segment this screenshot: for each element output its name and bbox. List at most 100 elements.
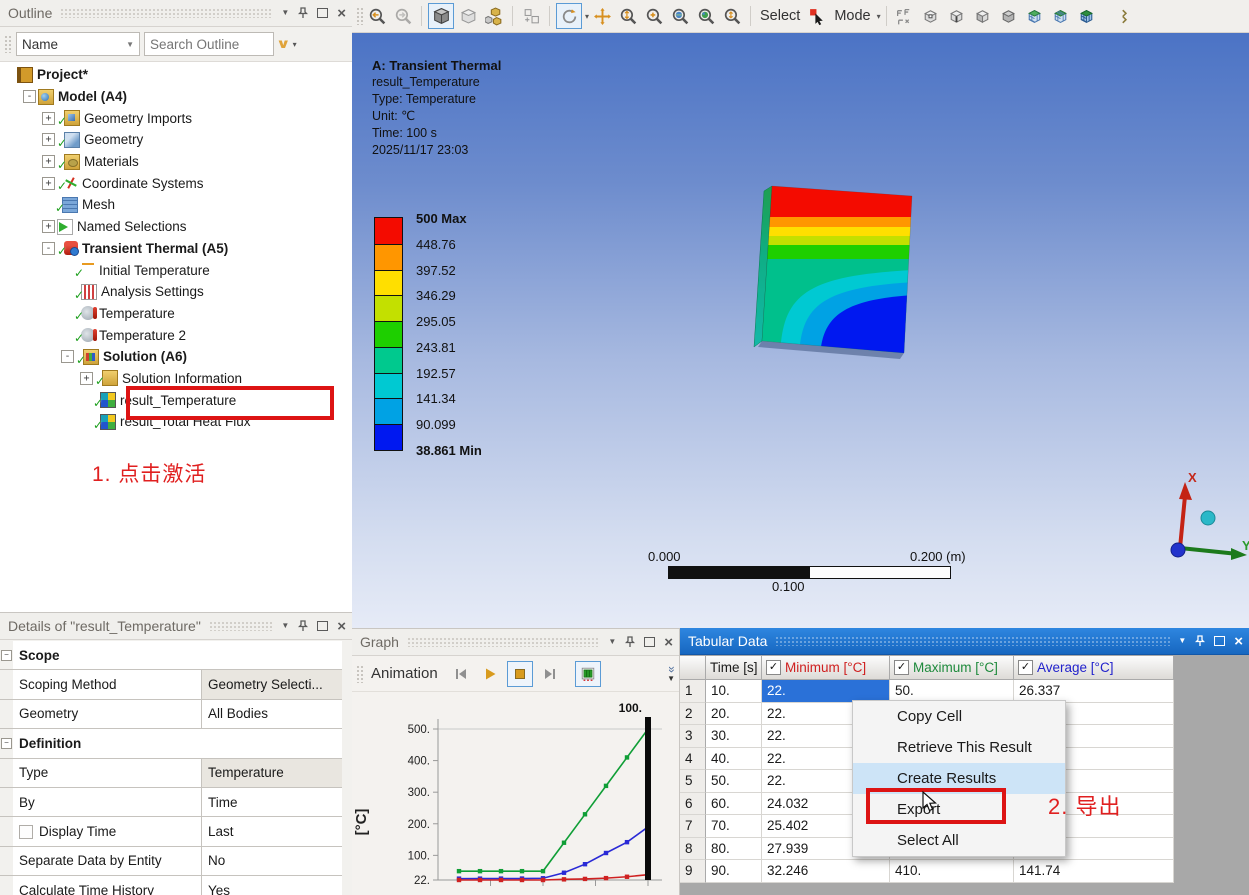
collapse-icon[interactable]: − xyxy=(1,738,12,749)
select-edge-icon[interactable] xyxy=(945,4,969,28)
tree-item[interactable]: -✓Transient Thermal (A5) xyxy=(0,238,352,260)
details-row[interactable]: Separate Data by EntityNo xyxy=(0,847,342,876)
details-value[interactable]: Last xyxy=(202,817,342,845)
maximize-icon[interactable] xyxy=(317,621,328,631)
panel-menu-caret-icon[interactable]: ▼ xyxy=(1178,637,1186,645)
table-cell[interactable]: 32.246 xyxy=(762,860,890,883)
tree-item[interactable]: -Model (A4) xyxy=(0,86,352,108)
row-number-cell[interactable]: 5 xyxy=(680,770,706,793)
column-checkbox[interactable]: ✓ xyxy=(1018,660,1033,675)
result-set-chart-icon[interactable] xyxy=(575,661,601,687)
select-mesh-face-icon[interactable] xyxy=(1049,4,1073,28)
context-menu-item[interactable]: Retrieve This Result xyxy=(853,732,1065,763)
skip-to-start-icon[interactable] xyxy=(449,662,473,686)
rotate-caret-icon[interactable]: ▾ xyxy=(585,12,589,21)
tree-item[interactable]: +✓Solution Information xyxy=(0,368,352,390)
expand-search-icon[interactable]: ∨ xyxy=(276,36,291,52)
table-cell[interactable]: 10. xyxy=(706,680,762,703)
tree-expander-icon[interactable]: + xyxy=(42,155,55,168)
row-number-cell[interactable]: 6 xyxy=(680,793,706,816)
table-cell[interactable]: 50. xyxy=(706,770,762,793)
tree-item[interactable]: ✓Mesh xyxy=(0,194,352,216)
tree-item[interactable]: +✓Materials xyxy=(0,151,352,173)
details-value[interactable]: Time xyxy=(202,788,342,816)
play-icon[interactable] xyxy=(478,662,502,686)
search-input[interactable] xyxy=(144,32,274,56)
time-history-chart[interactable]: 500.400.300.200.100.22.[°C]100. xyxy=(352,692,680,895)
maximize-icon[interactable] xyxy=(317,8,328,18)
more-caret-icon[interactable]: ▼ xyxy=(667,674,675,683)
toolbar-overflow-icon[interactable] xyxy=(1106,4,1130,28)
row-number-cell[interactable]: 1 xyxy=(680,680,706,703)
tree-expander-icon[interactable]: + xyxy=(42,177,55,190)
column-header[interactable]: ✓Minimum [°C] xyxy=(762,656,890,680)
details-section-row[interactable]: −Definition xyxy=(0,729,342,758)
row-number-cell[interactable]: 3 xyxy=(680,725,706,748)
zoom-undo-icon[interactable] xyxy=(365,4,389,28)
rotate-icon[interactable] xyxy=(556,3,582,29)
tree-expander-icon[interactable]: + xyxy=(42,133,55,146)
column-header[interactable]: ✓Average [°C] xyxy=(1014,656,1174,680)
tree-item[interactable]: ✓result_Temperature xyxy=(0,389,352,411)
toolbar-grip[interactable] xyxy=(4,35,12,53)
tree-expander-icon[interactable]: + xyxy=(42,220,55,233)
zoom-icon[interactable] xyxy=(616,4,640,28)
pin-icon[interactable] xyxy=(1195,635,1205,647)
stop-icon[interactable] xyxy=(507,661,533,687)
expand-toolbar-icon[interactable]: » xyxy=(667,666,676,673)
skip-to-end-icon[interactable] xyxy=(538,662,562,686)
tree-expander-icon[interactable]: + xyxy=(80,372,93,385)
details-value[interactable]: All Bodies xyxy=(202,700,342,728)
table-cell[interactable]: 141.74 xyxy=(1014,860,1174,883)
row-number-cell[interactable]: 9 xyxy=(680,860,706,883)
context-menu-item[interactable]: Select All xyxy=(853,825,1065,856)
details-value[interactable]: Yes xyxy=(202,876,342,895)
table-row[interactable]: 990.32.246410.141.74 xyxy=(680,860,1174,883)
tree-item[interactable]: ✓Temperature xyxy=(0,303,352,325)
close-icon[interactable]: × xyxy=(1234,634,1243,649)
select-mesh-elem-icon[interactable] xyxy=(1075,4,1099,28)
tree-item[interactable]: ✓Temperature 2 xyxy=(0,324,352,346)
mode-caret-icon[interactable]: ▾ xyxy=(877,12,881,21)
pin-icon[interactable] xyxy=(625,636,635,648)
row-number-cell[interactable]: 8 xyxy=(680,838,706,861)
name-filter-dropdown[interactable]: Name ▼ xyxy=(16,32,140,56)
pin-icon[interactable] xyxy=(298,7,308,19)
details-value[interactable]: Temperature xyxy=(202,759,342,787)
tree-item[interactable]: ✓result_Total Heat Flux xyxy=(0,411,352,433)
context-menu-item[interactable]: Copy Cell xyxy=(853,701,1065,732)
details-value[interactable]: No xyxy=(202,847,342,875)
pan-icon[interactable] xyxy=(590,4,614,28)
panel-menu-caret-icon[interactable]: ▼ xyxy=(281,9,289,17)
maximize-icon[interactable] xyxy=(1214,636,1225,646)
zoom-prev-icon[interactable] xyxy=(720,4,744,28)
mode-label[interactable]: Mode xyxy=(834,8,870,24)
close-icon[interactable]: × xyxy=(337,619,346,634)
tree-item[interactable]: +✓Coordinate Systems xyxy=(0,172,352,194)
details-row[interactable]: TypeTemperature xyxy=(0,759,342,788)
details-row[interactable]: Scoping MethodGeometry Selecti... xyxy=(0,670,342,699)
checkbox[interactable] xyxy=(19,825,33,839)
context-menu-item[interactable]: Export xyxy=(853,794,1065,825)
panel-menu-caret-icon[interactable]: ▼ xyxy=(281,622,289,630)
tree-item[interactable]: -✓Solution (A6) xyxy=(0,346,352,368)
unshaded-cube-icon[interactable] xyxy=(456,4,480,28)
tree-item[interactable]: ✓Analysis Settings xyxy=(0,281,352,303)
pin-icon[interactable] xyxy=(298,620,308,632)
row-number-cell[interactable]: 4 xyxy=(680,748,706,771)
context-menu-item[interactable]: Create Results xyxy=(853,763,1065,794)
table-cell[interactable]: 40. xyxy=(706,748,762,771)
row-number-cell[interactable]: 2 xyxy=(680,703,706,726)
tree-item[interactable]: +✓Geometry Imports xyxy=(0,107,352,129)
tree-expander-icon[interactable]: - xyxy=(42,242,55,255)
column-header[interactable]: ✓Maximum [°C] xyxy=(890,656,1014,680)
toolbar-grip[interactable] xyxy=(356,7,364,25)
maximize-icon[interactable] xyxy=(644,637,655,647)
column-checkbox[interactable]: ✓ xyxy=(894,660,909,675)
collapse-icon[interactable]: − xyxy=(1,650,12,661)
table-cell[interactable]: 90. xyxy=(706,860,762,883)
close-icon[interactable]: × xyxy=(664,635,673,650)
tree-expander-icon[interactable]: - xyxy=(61,350,74,363)
table-cell[interactable]: 60. xyxy=(706,793,762,816)
table-cell[interactable]: 410. xyxy=(890,860,1014,883)
